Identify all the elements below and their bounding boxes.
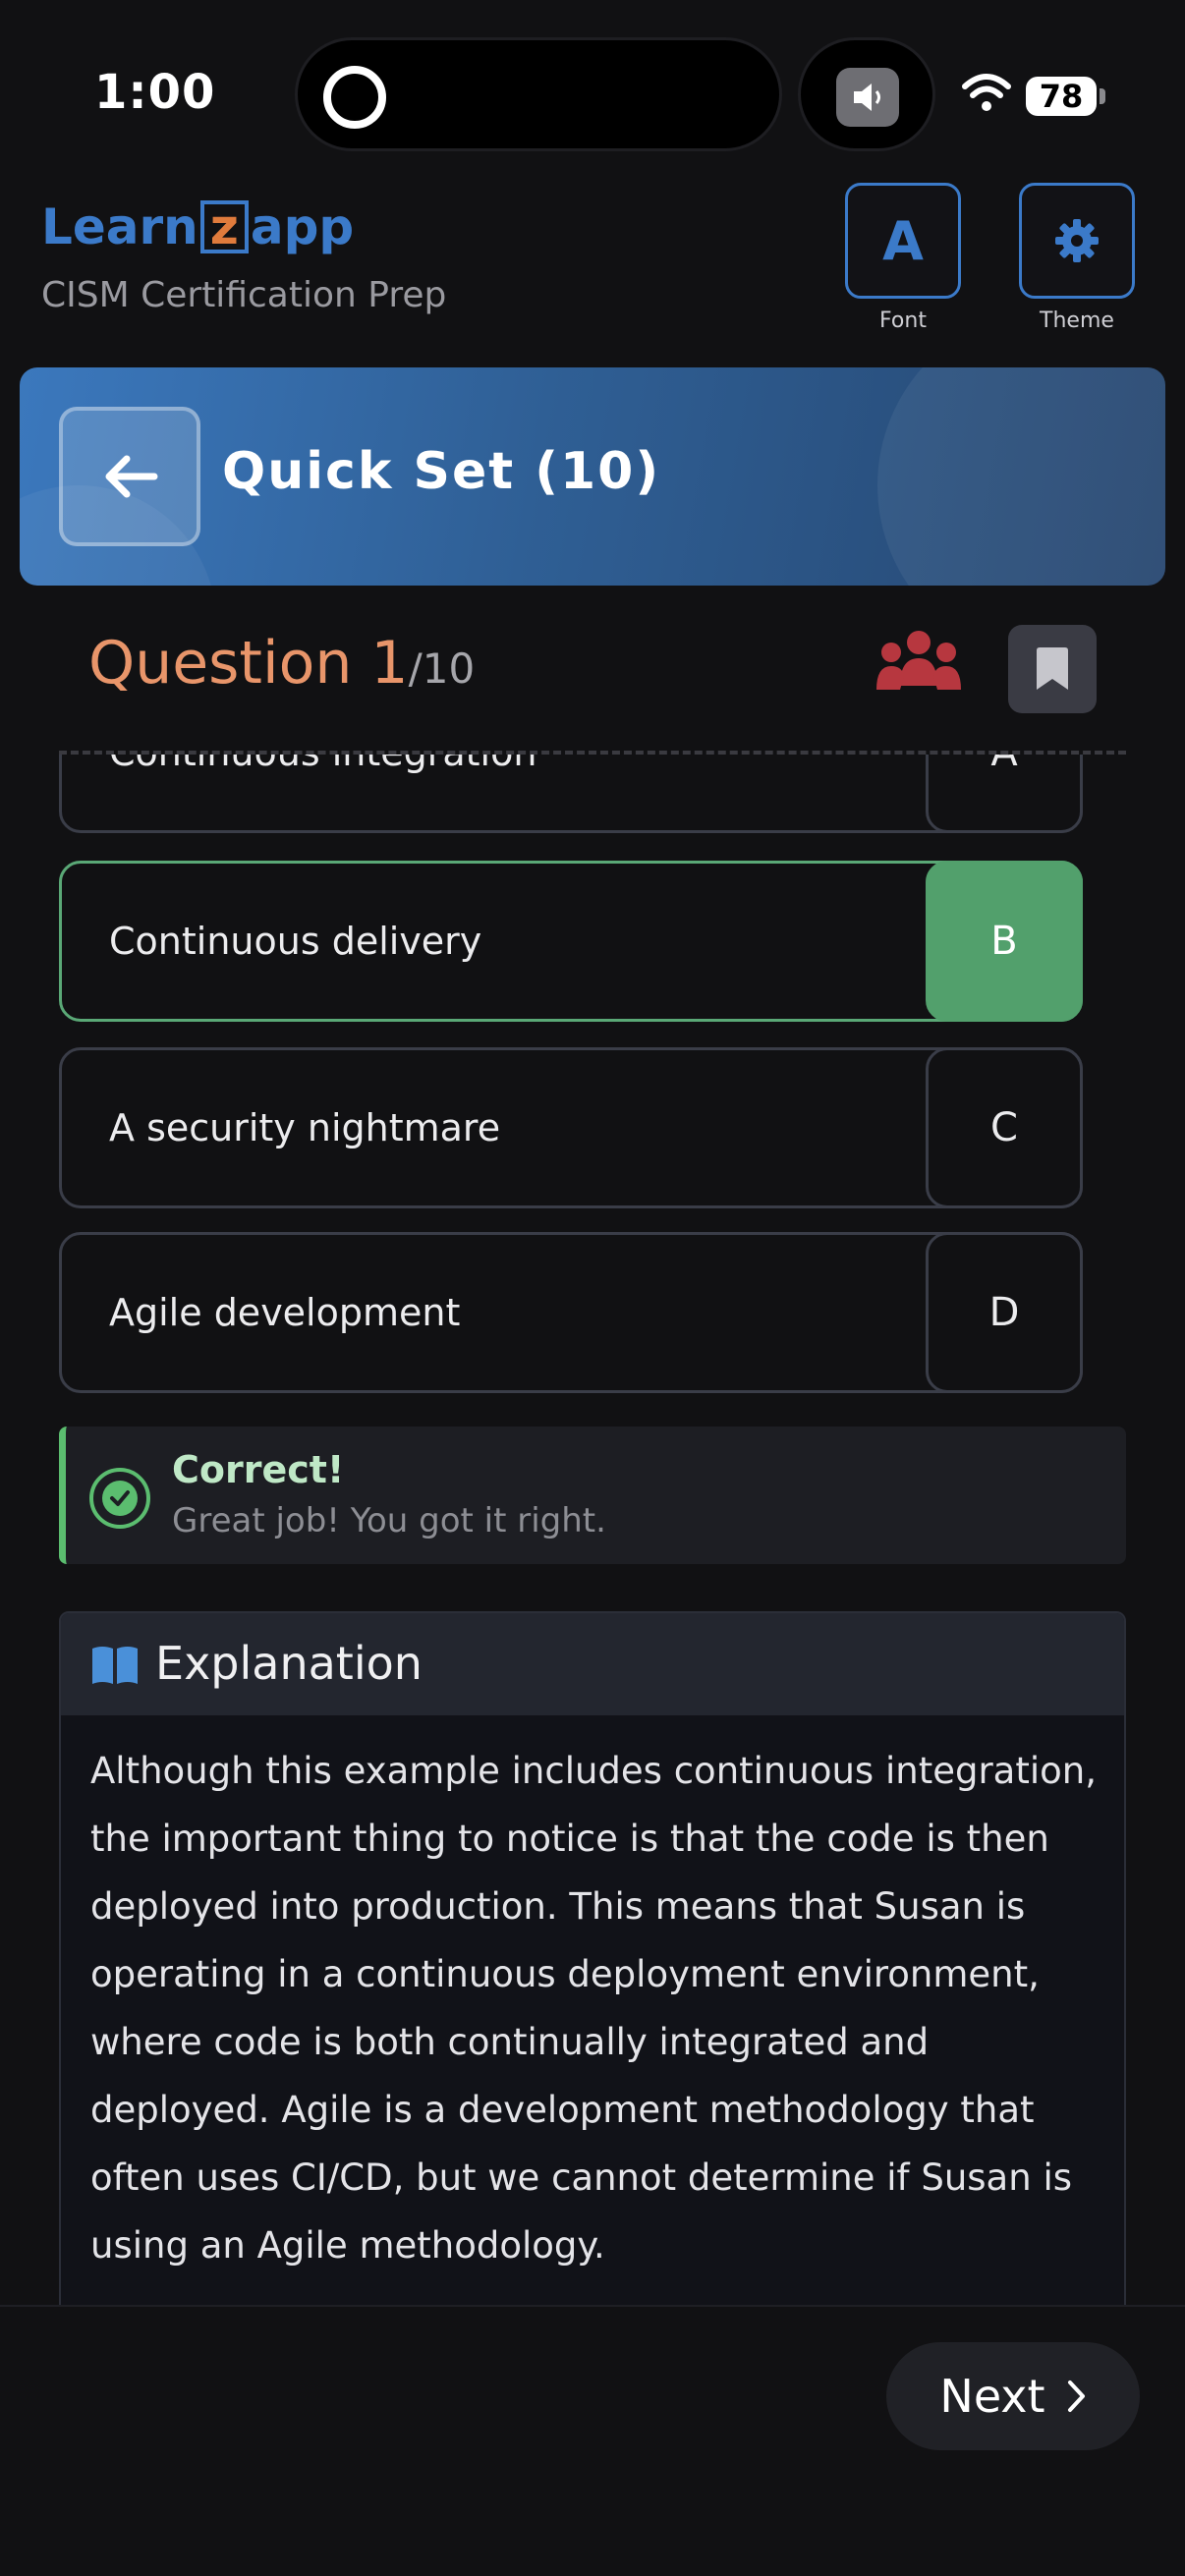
check-circle-icon xyxy=(89,1468,150,1529)
quick-set-banner: Quick Set (10) xyxy=(20,367,1165,586)
option-letter: A xyxy=(926,755,1083,833)
theme-button-label: Theme xyxy=(1040,308,1114,333)
dynamic-island xyxy=(295,37,782,151)
option-text: Agile development xyxy=(109,1291,461,1334)
option-letter: C xyxy=(926,1047,1083,1208)
group-icon[interactable] xyxy=(876,629,961,698)
font-button-label: Font xyxy=(879,308,927,333)
chevron-right-icon xyxy=(1067,2380,1085,2412)
next-button-label: Next xyxy=(939,2370,1045,2423)
option-text: Continuous delivery xyxy=(109,920,482,963)
arrow-left-icon xyxy=(105,455,158,498)
book-icon xyxy=(92,1647,138,1684)
bookmark-button[interactable] xyxy=(1008,625,1097,713)
quiz-set-title: Quick Set (10) xyxy=(222,442,661,501)
theme-button[interactable] xyxy=(1019,183,1135,299)
feedback-message: Great job! You got it right. xyxy=(172,1501,606,1540)
volume-indicator xyxy=(798,37,935,151)
feedback-title: Correct! xyxy=(172,1448,345,1491)
battery-tip xyxy=(1100,88,1105,104)
bookmark-icon xyxy=(1037,647,1068,690)
volume-icon xyxy=(836,68,899,127)
option-text: Continuous integration xyxy=(109,755,536,830)
island-icon xyxy=(323,66,386,129)
status-time: 1:00 xyxy=(94,65,216,120)
option-text: A security nightmare xyxy=(109,1106,501,1149)
explanation-title: Explanation xyxy=(155,1637,423,1690)
wifi-icon xyxy=(962,74,1011,111)
app-logo: Learn z app xyxy=(41,198,355,255)
feedback-banner: Correct! Great job! You got it right. xyxy=(59,1427,1126,1564)
question-total: /10 xyxy=(408,644,476,693)
answer-option-c[interactable]: A security nightmare C xyxy=(59,1047,1083,1208)
explanation-header: Explanation xyxy=(61,1613,1124,1715)
answer-option-b[interactable]: Continuous delivery B xyxy=(59,861,1083,1022)
option-letter: D xyxy=(926,1232,1083,1393)
question-counter: Question 1/10 xyxy=(88,629,475,698)
gear-icon xyxy=(1055,219,1099,262)
banner-decoration xyxy=(877,367,1165,586)
explanation-panel: Explanation Although this example includ… xyxy=(59,1611,1126,2319)
font-button[interactable]: A xyxy=(845,183,961,299)
answer-options: Continuous integration A Continuous deli… xyxy=(0,755,1185,1403)
font-icon: A xyxy=(882,209,924,272)
battery-icon: 78 xyxy=(1026,77,1097,116)
app-subtitle: CISM Certification Prep xyxy=(41,275,447,315)
back-button[interactable] xyxy=(59,407,200,546)
option-letter: B xyxy=(926,861,1083,1022)
bottom-navigation-bar: Next xyxy=(0,2305,1185,2576)
next-button[interactable]: Next xyxy=(886,2342,1140,2450)
answer-option-a[interactable]: Continuous integration A xyxy=(59,755,1083,833)
question-label: Question 1 xyxy=(88,629,409,698)
answer-option-d[interactable]: Agile development D xyxy=(59,1232,1083,1393)
explanation-text: Although this example includes continuou… xyxy=(90,1750,1097,2267)
